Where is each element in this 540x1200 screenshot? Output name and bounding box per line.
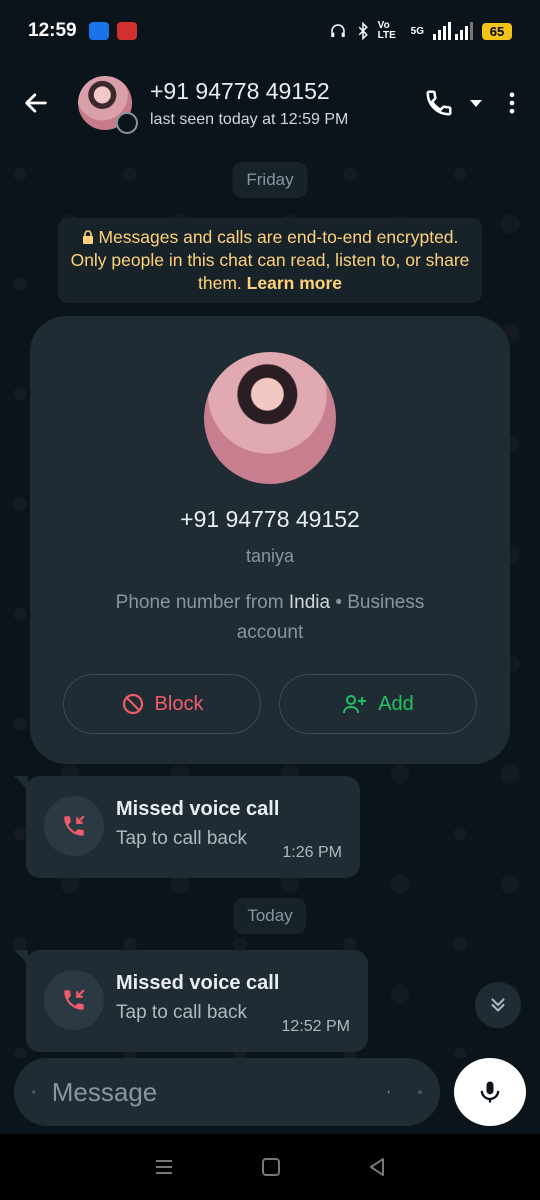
contact-avatar[interactable] [78,76,138,134]
status-time: 12:59 [28,20,77,41]
network-label: Vo LTE [377,20,396,41]
add-person-icon [343,695,367,714]
contact-info[interactable]: +91 94778 49152 last seen today at 12:59… [150,78,348,129]
double-chevron-down-icon [491,998,505,1012]
block-icon [122,693,143,715]
story-app-icon [116,22,137,40]
status-indicators: Vo LTE 5G 65 [328,21,512,41]
chat-area[interactable]: Friday Messages and calls are end-to-end… [0,144,540,1058]
back-nav-icon[interactable] [366,1156,388,1178]
call-subtitle: Tap to call back [116,828,247,849]
desc-prefix: Phone number from [115,592,284,613]
recent-apps-icon[interactable] [152,1157,176,1177]
add-label: Add [378,692,414,715]
missed-call-message[interactable]: Missed voice call Tap to call back 12:52… [14,950,368,1052]
learn-more-link[interactable]: Learn more [247,273,342,293]
missed-call-icon [64,989,85,1010]
bubble-tail [14,950,28,964]
paytm-app-icon [88,22,109,40]
call-title: Missed voice call [116,798,280,820]
lock-icon [82,230,93,244]
missed-call-icon-wrap [44,796,104,856]
contact-phone-title: +91 94778 49152 [150,77,330,104]
back-arrow-icon [25,93,47,113]
voice-call-icon[interactable] [424,88,454,118]
status-ring-icon [116,112,138,134]
signal-label: 5G [410,25,424,37]
encryption-notice[interactable]: Messages and calls are end-to-end encryp… [58,218,482,303]
contact-card-phone: +91 94778 49152 [180,506,360,532]
contact-card-description: Phone number from India • Business accou… [90,588,450,648]
system-navigation-bar [0,1134,540,1200]
sticker-icon[interactable] [32,1076,36,1108]
block-button[interactable]: Block [63,674,261,734]
back-button[interactable] [14,81,58,125]
contact-card-avatar[interactable] [204,352,336,484]
missed-call-icon-wrap [44,970,104,1030]
contact-card: +91 94778 49152 taniya Phone number from… [30,316,510,764]
home-icon[interactable] [260,1156,282,1178]
signal-icon [433,22,473,40]
message-composer [14,1058,440,1126]
headphones-icon [330,24,345,37]
chat-header: +91 94778 49152 last seen today at 12:59… [0,62,540,144]
voice-message-button[interactable] [454,1058,526,1126]
contact-card-name: taniya [245,546,295,566]
date-chip-friday: Friday [232,162,308,198]
battery-level: 65 [482,22,512,40]
call-time: 12:52 PM [281,1018,350,1035]
bubble-tail [14,776,28,790]
date-chip-today: Today [233,898,307,934]
call-time: 1:26 PM [282,844,342,861]
missed-call-icon [64,815,85,836]
bluetooth-icon [358,22,368,40]
more-options-icon[interactable] [498,89,526,117]
attach-icon[interactable] [387,1076,390,1108]
add-contact-button[interactable]: Add [279,674,477,734]
camera-icon[interactable] [418,1076,422,1108]
microphone-icon [480,1081,500,1103]
missed-call-message[interactable]: Missed voice call Tap to call back 1:26 … [14,776,360,878]
last-seen-text: last seen today at 12:59 PM [150,110,349,128]
scroll-to-bottom-button[interactable] [475,982,521,1028]
call-subtitle: Tap to call back [116,1002,247,1023]
header-actions [424,88,526,118]
desc-country: India [288,592,331,613]
message-input[interactable] [51,1076,387,1108]
status-bar: 12:59 Vo LTE 5G 65 [0,0,540,62]
call-title: Missed voice call [116,972,280,994]
notification-icons [88,22,137,40]
call-dropdown-icon[interactable] [468,95,484,111]
block-label: Block [154,692,204,715]
